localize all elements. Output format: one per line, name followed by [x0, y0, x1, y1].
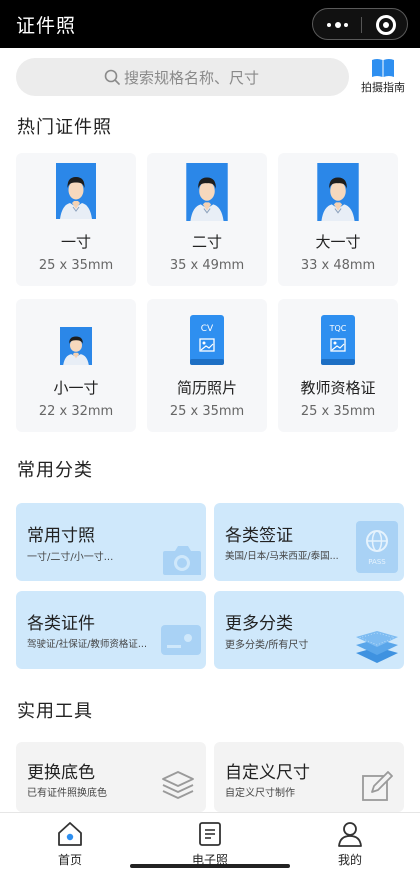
tool-title: 自定义尺寸 [225, 763, 310, 783]
photo-type-name: 简历照片 [176, 379, 237, 397]
tab-home[interactable]: 首页 [0, 813, 140, 870]
photo-type-name: 教师资格证 [300, 379, 376, 397]
shooting-guide-button[interactable]: 拍摄指南 [358, 58, 408, 98]
photo-type-name: 二寸 [191, 233, 222, 251]
tab-electronic-photo[interactable]: 电子照 [140, 813, 280, 870]
tab-mine[interactable]: 我的 [280, 813, 420, 870]
category-title: 常用寸照 [27, 526, 95, 546]
tab-label: 首页 [57, 853, 82, 867]
tool-card[interactable]: 更换底色 已有证件照换底色 [16, 742, 206, 812]
category-title: 各类证件 [27, 614, 95, 634]
mini-program-capsule [312, 8, 408, 40]
document-icon [199, 822, 221, 846]
tqc-document-icon: TQC [321, 315, 355, 365]
tool-subtitle: 已有证件照换底色 [27, 788, 107, 799]
photo-type-name: 一寸 [60, 233, 91, 251]
book-icon [372, 59, 394, 77]
category-card[interactable]: 各类证件 驾驶证/社保证/教师资格证... [16, 591, 206, 669]
category-subtitle: 更多分类/所有尺寸 [225, 640, 309, 651]
search-placeholder: 搜索规格名称、尺寸 [124, 69, 260, 87]
tool-subtitle: 自定义尺寸制作 [225, 788, 295, 799]
user-icon [338, 822, 362, 847]
category-card[interactable]: 常用寸照 一寸/二寸/小一寸... [16, 503, 206, 581]
tools-section-title: 实用工具 [17, 701, 93, 722]
close-target-icon[interactable] [376, 15, 396, 35]
photo-type-card[interactable]: 大一寸 33 x 48mm [278, 153, 398, 286]
portrait-photo-icon [60, 327, 92, 365]
tqc-badge: TQC [329, 324, 347, 333]
photo-type-size: 22 x 32mm [38, 404, 114, 419]
tab-label: 我的 [337, 853, 362, 867]
app-title: 证件照 [16, 15, 77, 37]
guide-label: 拍摄指南 [361, 81, 405, 94]
home-indicator [130, 864, 290, 868]
cv-badge: CV [201, 324, 214, 334]
cv-document-icon: CV [190, 315, 224, 365]
more-icon[interactable] [327, 22, 351, 28]
photo-type-size: 35 x 49mm [169, 258, 245, 273]
photo-type-size: 25 x 35mm [300, 404, 376, 419]
photo-type-name: 大一寸 [315, 233, 361, 251]
photo-type-size: 33 x 48mm [300, 258, 376, 273]
photo-type-size: 25 x 35mm [38, 258, 114, 273]
layers-icon [356, 631, 398, 663]
category-subtitle: 美国/日本/马来西亚/泰国... [225, 551, 339, 562]
category-card[interactable]: 更多分类 更多分类/所有尺寸 [214, 591, 404, 669]
category-section-title: 常用分类 [17, 460, 93, 481]
id-card-icon [161, 625, 201, 655]
portrait-photo-icon [317, 163, 359, 221]
photo-type-card[interactable]: 二寸 35 x 49mm [147, 153, 267, 286]
passport-icon: PASS [356, 521, 398, 573]
tool-card[interactable]: 自定义尺寸 自定义尺寸制作 [214, 742, 404, 812]
category-subtitle: 一寸/二寸/小一寸... [27, 552, 114, 563]
photo-type-card[interactable]: TQC 教师资格证 25 x 35mm [278, 299, 398, 432]
photo-type-name: 小一寸 [53, 379, 99, 397]
photo-type-card[interactable]: 小一寸 22 x 32mm [16, 299, 136, 432]
category-title: 各类签证 [225, 526, 293, 546]
passport-badge: PASS [368, 558, 386, 566]
search-icon [104, 69, 120, 85]
capsule-divider [361, 17, 362, 33]
photo-type-card[interactable]: 一寸 25 x 35mm [16, 153, 136, 286]
photo-type-size: 25 x 35mm [169, 404, 245, 419]
title-bar: 证件照 [0, 0, 420, 48]
home-icon [58, 822, 82, 846]
portrait-photo-icon [186, 163, 228, 221]
category-title: 更多分类 [225, 614, 293, 634]
search-input[interactable]: 搜索规格名称、尺寸 [16, 58, 349, 96]
category-card[interactable]: 各类签证 美国/日本/马来西亚/泰国... PASS [214, 503, 404, 581]
tab-bar: 首页 电子照 我的 [0, 812, 420, 870]
photo-type-card[interactable]: CV 简历照片 25 x 35mm [147, 299, 267, 432]
camera-icon [163, 546, 201, 575]
hot-section-title: 热门证件照 [17, 117, 112, 138]
portrait-photo-icon [56, 163, 96, 219]
layers-outline-icon [162, 771, 194, 799]
tool-title: 更换底色 [27, 763, 95, 783]
edit-icon [362, 771, 393, 801]
category-subtitle: 驾驶证/社保证/教师资格证... [27, 639, 147, 650]
